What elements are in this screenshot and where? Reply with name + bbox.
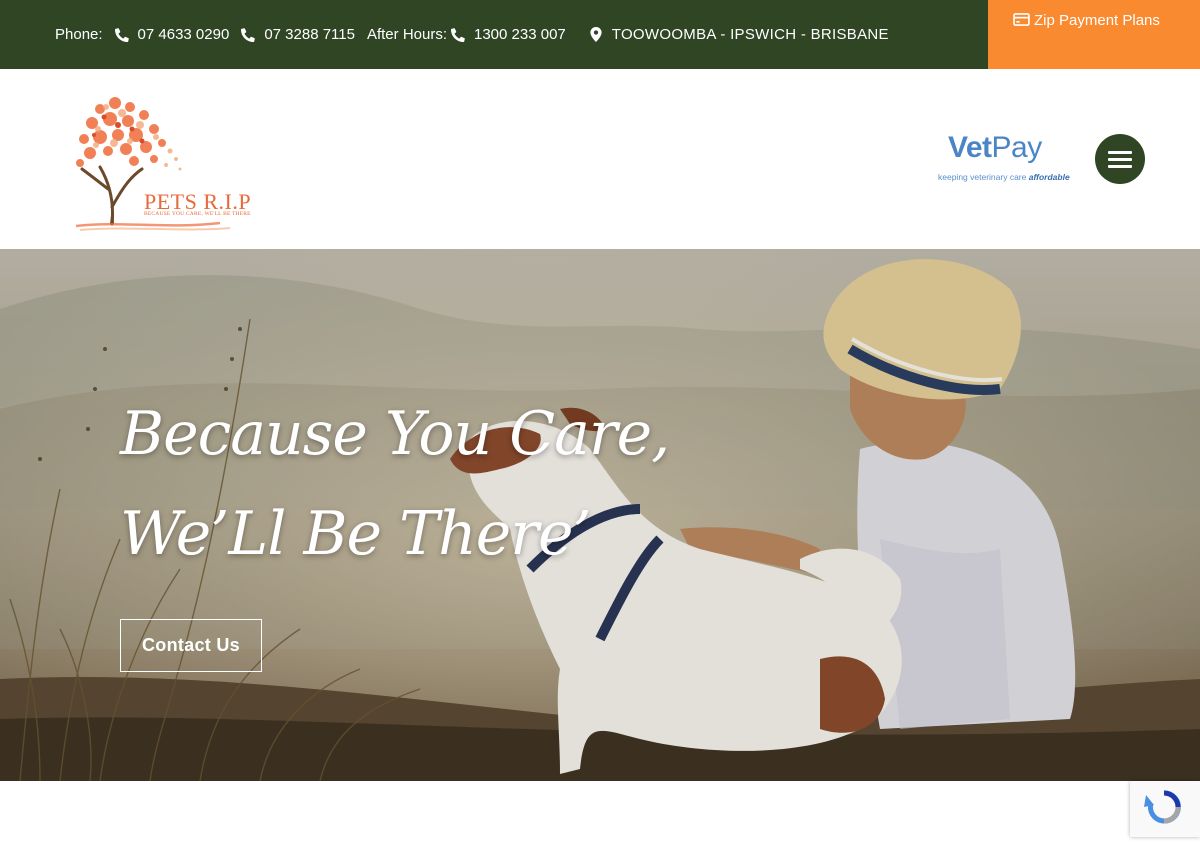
after-hours-phone-link[interactable]: 1300 233 007 bbox=[451, 26, 566, 43]
contact-strip: Phone: 07 4633 0290 07 3288 7115 After H… bbox=[55, 0, 889, 69]
locations-text: TOOWOOMBA - IPSWICH - BRISBANE bbox=[611, 26, 889, 43]
phone-label: Phone: bbox=[55, 26, 103, 43]
phone-icon bbox=[451, 27, 465, 42]
contact-us-button[interactable]: Contact Us bbox=[120, 619, 262, 672]
vetpay-tagline: keeping veterinary care affordable bbox=[938, 172, 1070, 182]
vetpay-name-bold: Vet bbox=[948, 131, 992, 164]
vetpay-name: VetPay bbox=[948, 131, 1042, 165]
map-pin-icon bbox=[590, 27, 602, 42]
phone-number-2: 07 3288 7115 bbox=[264, 26, 355, 43]
phone-number-1: 07 4633 0290 bbox=[137, 26, 230, 43]
after-hours-number: 1300 233 007 bbox=[474, 26, 566, 43]
logo-tagline: BECAUSE YOU CARE, WE'LL BE THERE bbox=[144, 211, 251, 217]
zip-payment-label: Zip Payment Plans bbox=[1034, 12, 1160, 29]
headline-line-1: Because You Care, bbox=[120, 399, 670, 469]
phone-icon bbox=[114, 27, 129, 42]
vetpay-tagline-text: keeping veterinary care bbox=[938, 172, 1027, 182]
pets-rip-logo[interactable]: PETS R.I.P BECAUSE YOU CARE, WE'LL BE TH… bbox=[70, 89, 270, 234]
phone-icon bbox=[241, 27, 256, 42]
menu-button[interactable] bbox=[1095, 134, 1145, 184]
recaptcha-badge[interactable] bbox=[1130, 781, 1200, 837]
top-bar: Phone: 07 4633 0290 07 3288 7115 After H… bbox=[0, 0, 1200, 69]
headline-line-2: We’Ll Be There’ bbox=[120, 499, 592, 569]
after-hours-label: After Hours: bbox=[366, 26, 447, 43]
hero-banner: Because You Care, We’Ll Be There’ Contac… bbox=[0, 249, 1200, 781]
vetpay-tagline-emphasis: affordable bbox=[1028, 172, 1070, 182]
vetpay-name-light: Pay bbox=[991, 131, 1043, 164]
phone-link-1[interactable]: 07 4633 0290 bbox=[114, 26, 230, 43]
phone-link-2[interactable]: 07 3288 7115 bbox=[241, 26, 355, 43]
recaptcha-icon bbox=[1144, 790, 1181, 824]
hero-headline: Because You Care, We’Ll Be There’ bbox=[120, 384, 670, 584]
zip-payment-plans-button[interactable]: Zip Payment Plans bbox=[988, 0, 1200, 69]
credit-card-icon bbox=[1013, 13, 1030, 26]
vetpay-logo[interactable]: VetPay keeping veterinary care affordabl… bbox=[936, 131, 1086, 186]
locations: TOOWOOMBA - IPSWICH - BRISBANE bbox=[590, 26, 889, 43]
site-header: PETS R.I.P BECAUSE YOU CARE, WE'LL BE TH… bbox=[0, 69, 1200, 249]
